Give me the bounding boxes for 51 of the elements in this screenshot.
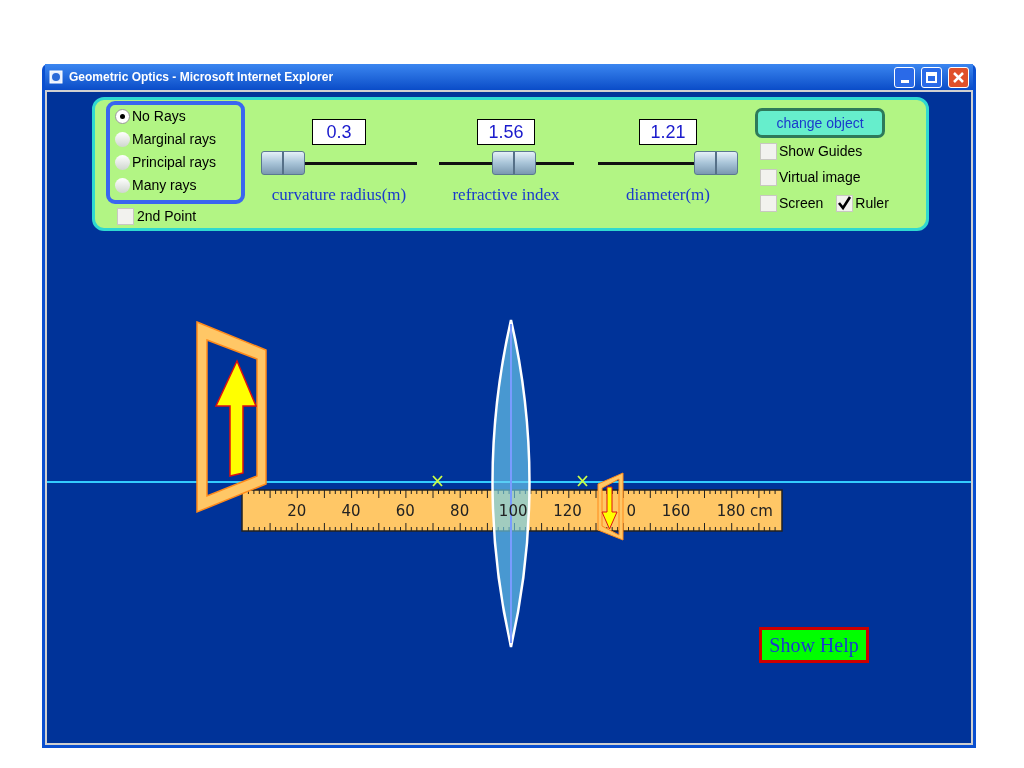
radio-button[interactable] — [115, 108, 130, 124]
maximize-button[interactable] — [921, 66, 942, 88]
ruler-label: 120 — [553, 502, 582, 520]
checkbox-label: Screen — [779, 194, 824, 213]
maximize-icon — [926, 71, 937, 83]
slider-label: curvature radius(m) — [271, 184, 407, 206]
window-title: Geometric Optics - Microsoft Internet Explorer — [69, 69, 335, 86]
slider-thumb[interactable] — [693, 151, 738, 175]
ruler-label: 0 — [626, 502, 637, 520]
checkbox-label: 2nd Point — [137, 207, 197, 226]
radio-button[interactable] — [115, 131, 130, 147]
minimize-icon — [900, 79, 909, 83]
browser-page-icon — [49, 70, 63, 84]
minimize-button[interactable] — [894, 66, 915, 88]
value-field: 1.56 — [477, 119, 535, 145]
radio-label: Principal rays — [132, 152, 217, 172]
ruler-label: 80 — [450, 502, 470, 520]
ruler-label: 20 — [287, 502, 307, 520]
slider-thumb[interactable] — [492, 151, 537, 175]
ruler[interactable] — [241, 489, 783, 532]
checkbox-label: Ruler — [855, 194, 889, 213]
lens[interactable] — [491, 318, 531, 649]
change-object-button[interactable]: change object — [755, 108, 885, 138]
radio-label: Marginal rays — [132, 129, 217, 149]
value-field: 0.3 — [312, 119, 366, 145]
checkbox[interactable] — [117, 208, 134, 225]
slider-label: diameter(m) — [626, 184, 710, 206]
radio-label: Many rays — [132, 175, 197, 195]
close-icon — [953, 71, 964, 83]
checkbox[interactable] — [760, 143, 777, 160]
checkbox[interactable] — [760, 195, 777, 212]
checkbox[interactable] — [760, 169, 777, 186]
checkbox-label: Virtual image — [779, 168, 861, 187]
focal-point-icon — [432, 475, 443, 487]
radio-button[interactable] — [115, 177, 130, 193]
show-help-button[interactable]: Show Help — [759, 627, 869, 663]
ruler-label: 40 — [341, 502, 361, 520]
radio-button[interactable] — [115, 154, 130, 170]
ruler-label: 100 — [498, 502, 528, 520]
close-button[interactable] — [948, 66, 969, 88]
ruler-label: 180 cm — [716, 502, 773, 520]
ruler-label: 60 — [395, 502, 415, 520]
checkbox-label: Show Guides — [779, 142, 863, 161]
checkbox[interactable] — [836, 195, 854, 212]
slider-thumb[interactable] — [261, 151, 306, 175]
focal-point-icon — [577, 475, 588, 487]
value-field: 1.21 — [639, 119, 697, 145]
slider-label: refractive index — [452, 184, 560, 206]
ruler-label: 160 — [661, 502, 691, 520]
object-arrow-frame[interactable] — [196, 320, 267, 514]
radio-label: No Rays — [132, 106, 186, 126]
